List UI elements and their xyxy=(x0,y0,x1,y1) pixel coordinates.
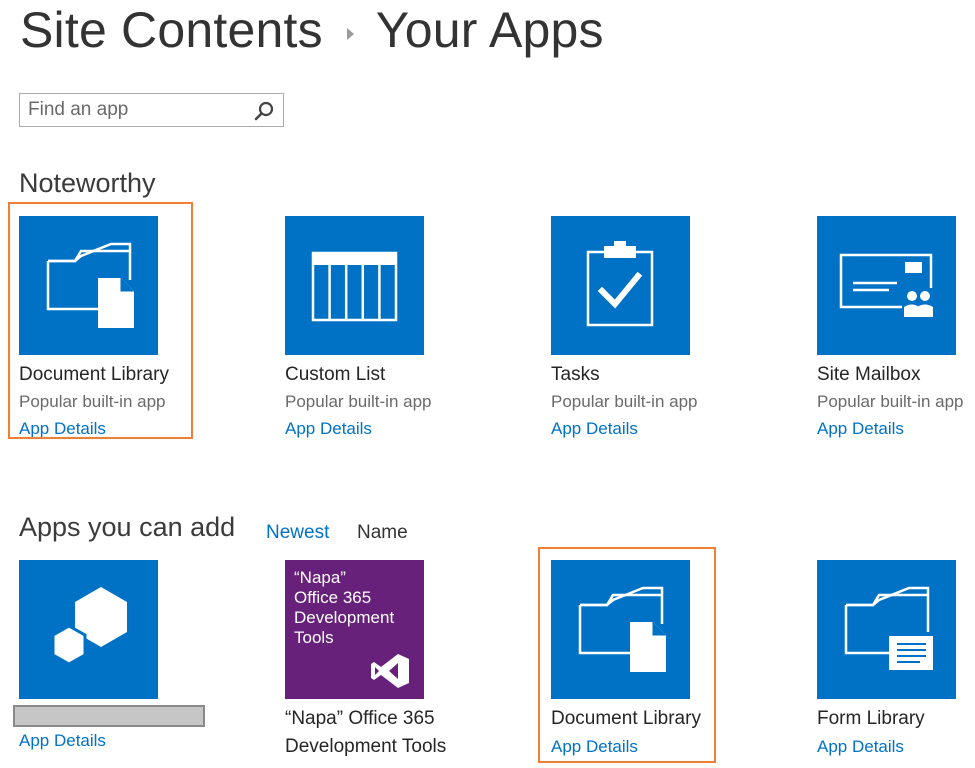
document-library-tile-icon[interactable] xyxy=(551,560,690,699)
visual-studio-icon xyxy=(371,654,409,688)
custom-list-icon xyxy=(311,251,398,322)
tile-name[interactable]: Form Library xyxy=(817,705,975,733)
tile-name[interactable]: Tasks xyxy=(551,361,761,389)
sort-name[interactable]: Name xyxy=(357,522,408,544)
app-details-link[interactable]: App Details xyxy=(19,415,229,443)
redacted-app-name xyxy=(13,705,205,727)
document-library-icon xyxy=(46,242,134,328)
app-details-link[interactable]: App Details xyxy=(551,415,761,443)
tile-name[interactable]: Document Library xyxy=(19,361,229,389)
noteworthy-heading: Noteworthy xyxy=(19,168,156,198)
tile-name[interactable]: “Napa” Office 365 Development Tools xyxy=(285,705,485,761)
app-details-link[interactable]: App Details xyxy=(817,415,975,443)
tile-tasks: Tasks Popular built-in app App Details xyxy=(551,216,761,443)
napa-tile-icon[interactable]: “Napa” Office 365 Development Tools xyxy=(285,560,424,699)
tile-site-mailbox: Site Mailbox Popular built-in app App De… xyxy=(817,216,975,443)
app-details-link[interactable]: App Details xyxy=(817,733,975,761)
site-mailbox-icon xyxy=(839,253,933,317)
tasks-icon xyxy=(586,241,654,327)
app-cube-icon xyxy=(51,587,127,666)
tile-subtitle: Popular built-in app xyxy=(285,392,432,411)
page-title: Your Apps xyxy=(375,2,604,58)
tile-document-library: Document Library Popular built-in app Ap… xyxy=(19,216,229,443)
form-library-tile-icon[interactable] xyxy=(817,560,956,699)
tile-name[interactable]: Site Mailbox xyxy=(817,361,975,389)
custom-list-tile-icon[interactable] xyxy=(285,216,424,355)
tile-subtitle: Popular built-in app xyxy=(19,392,166,411)
tasks-tile-icon[interactable] xyxy=(551,216,690,355)
document-library-icon xyxy=(578,586,666,672)
sort-newest[interactable]: Newest xyxy=(266,522,329,544)
app-details-link[interactable]: App Details xyxy=(551,733,761,761)
search-icon[interactable] xyxy=(254,101,274,121)
tile-document-library-add: Document Library App Details xyxy=(551,560,761,761)
app-details-link[interactable]: App Details xyxy=(19,727,229,755)
apps-you-can-add-heading: Apps you can add xyxy=(19,512,236,542)
breadcrumb: Site Contents Your Apps xyxy=(20,0,604,60)
form-library-icon xyxy=(844,586,933,670)
tile-form-library: Form Library App Details xyxy=(817,560,975,761)
site-mailbox-tile-icon[interactable] xyxy=(817,216,956,355)
tile-subtitle: Popular built-in app xyxy=(817,392,964,411)
tile-napa-tools: “Napa” Office 365 Development Tools “Nap… xyxy=(285,560,495,761)
tile-redacted-app: App Details xyxy=(13,560,229,755)
search-box xyxy=(19,93,284,127)
tile-name[interactable]: Custom List xyxy=(285,361,495,389)
tile-custom-list: Custom List Popular built-in app App Det… xyxy=(285,216,495,443)
breadcrumb-site-contents[interactable]: Site Contents xyxy=(20,0,323,60)
tile-subtitle: Popular built-in app xyxy=(551,392,698,411)
tile-name[interactable]: Document Library xyxy=(551,705,761,733)
app-tile-icon[interactable] xyxy=(19,560,158,699)
app-details-link[interactable]: App Details xyxy=(285,415,495,443)
napa-tile-text: “Napa” Office 365 Development Tools xyxy=(294,568,395,647)
search-input[interactable] xyxy=(20,94,240,126)
document-library-tile-icon[interactable] xyxy=(19,216,158,355)
breadcrumb-separator-icon xyxy=(346,28,354,40)
